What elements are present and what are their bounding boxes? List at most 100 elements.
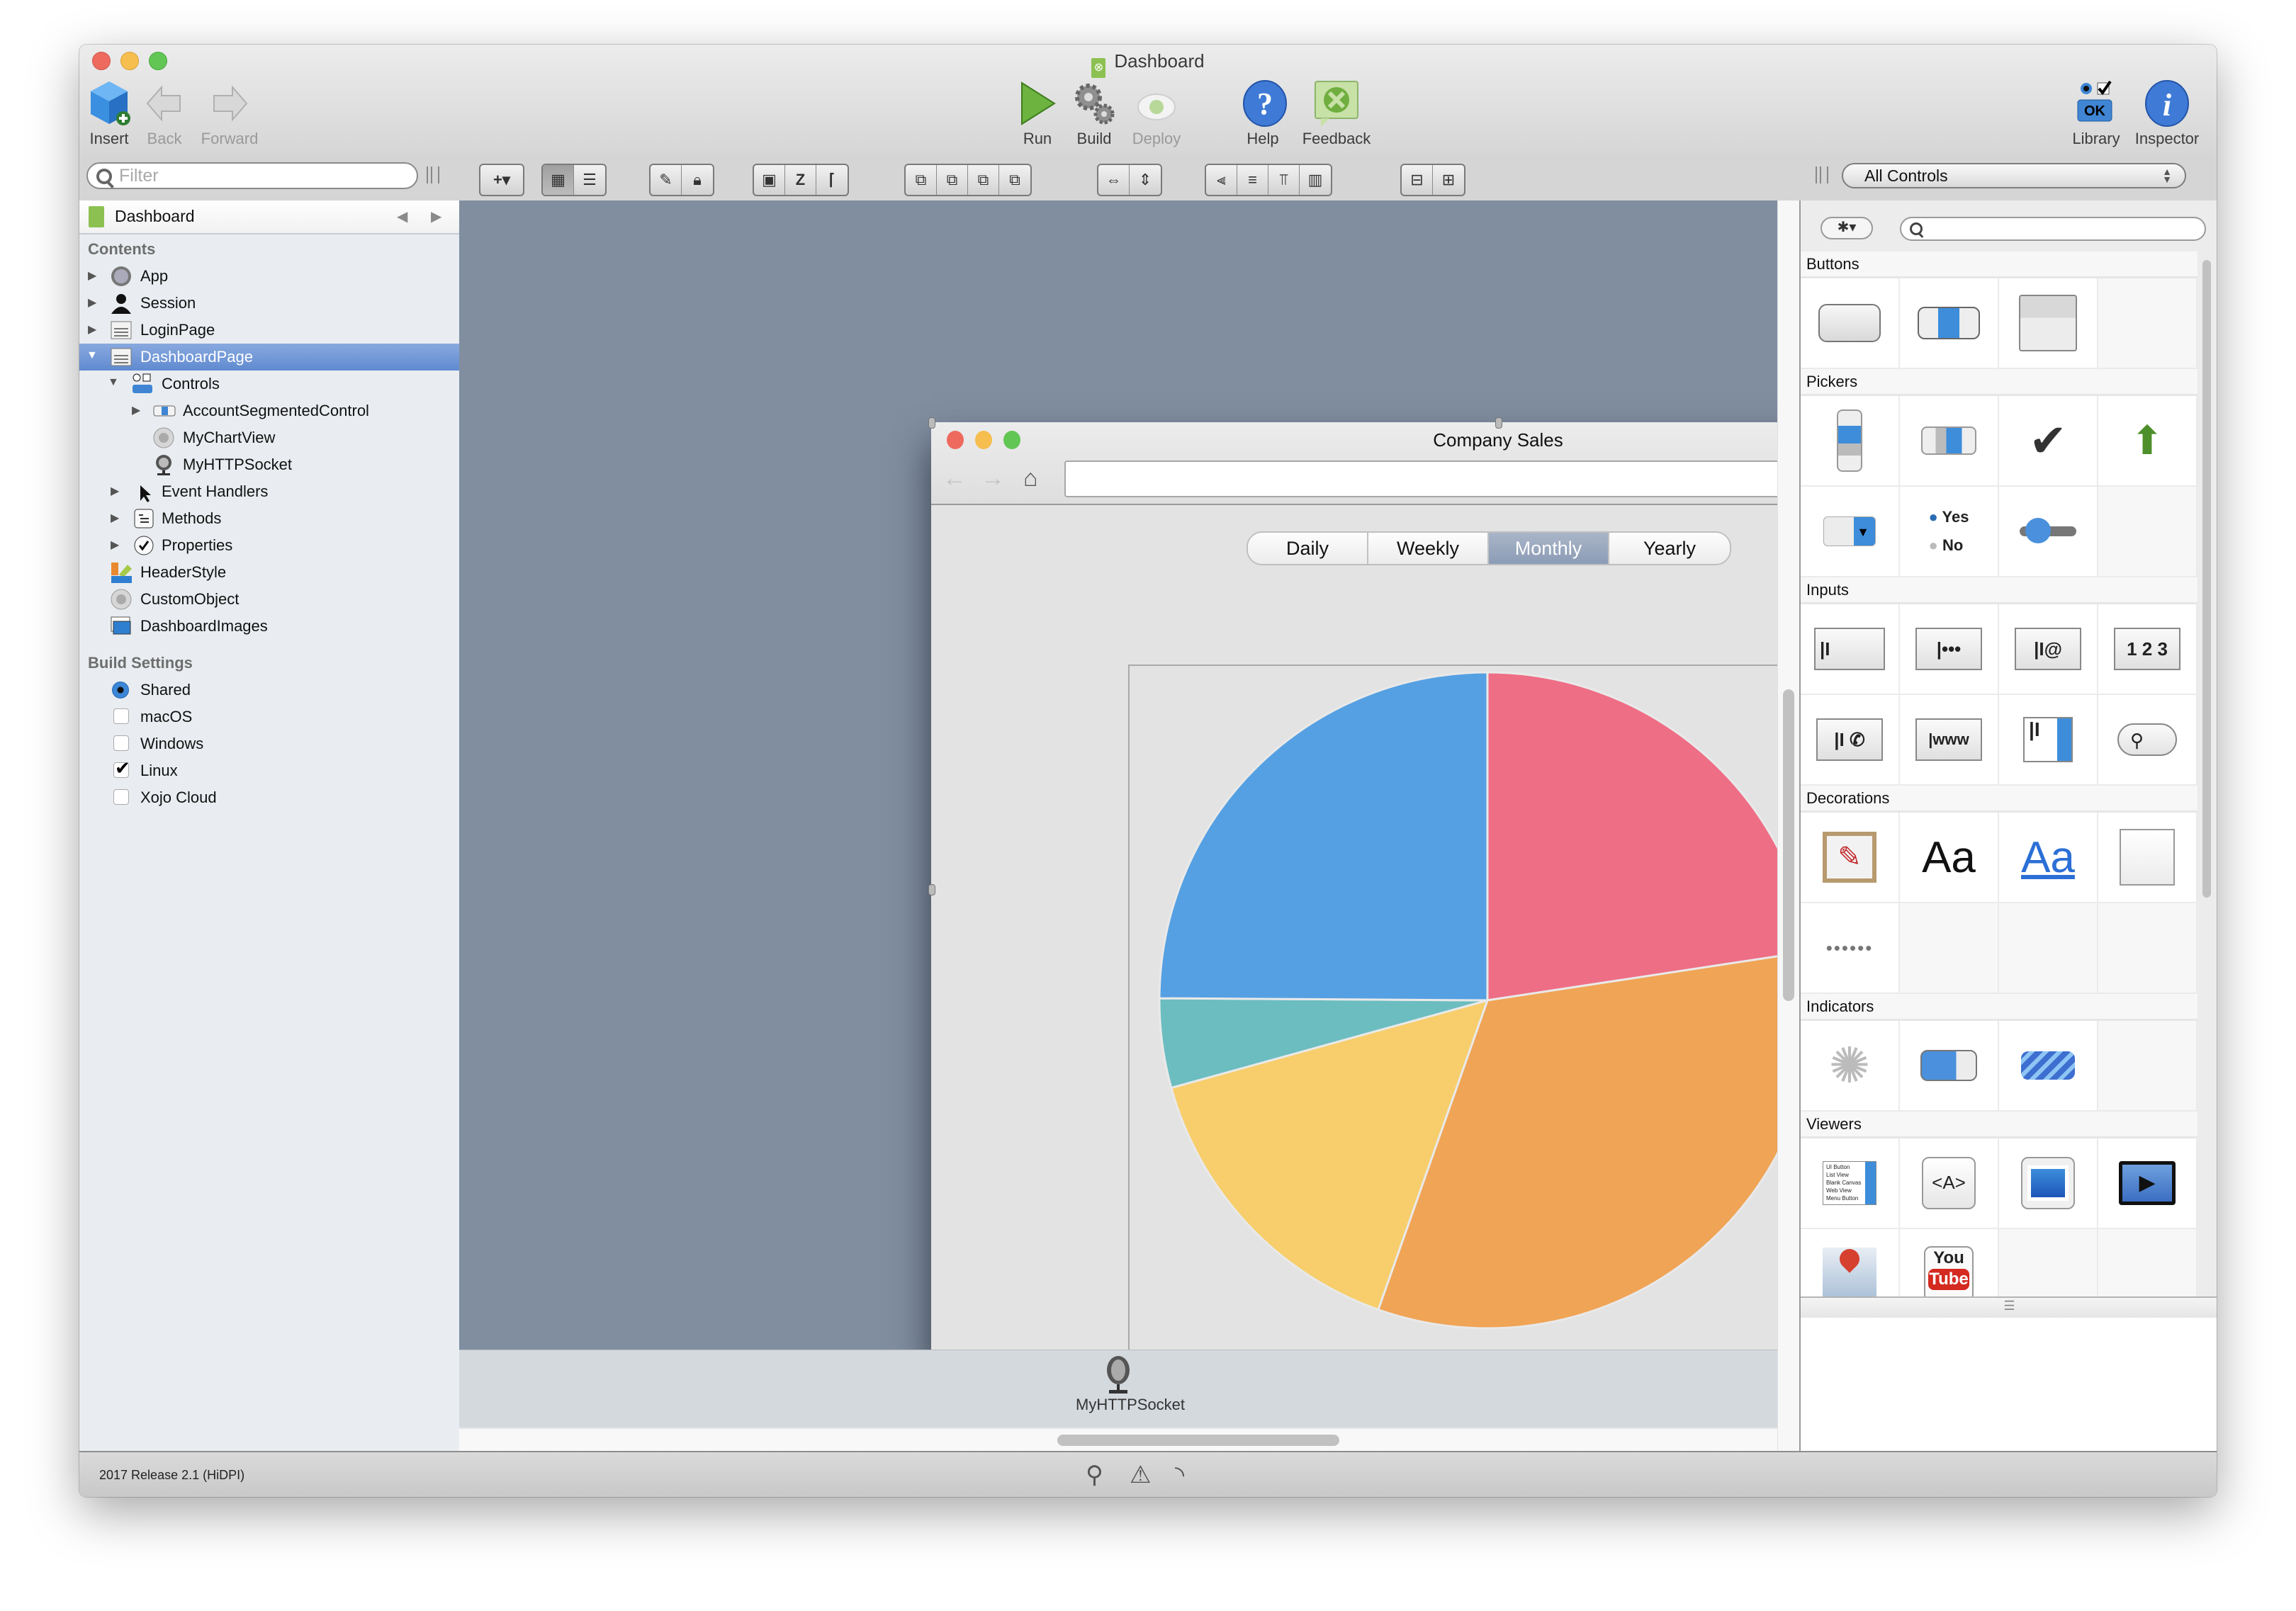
build-target-shared[interactable]: Shared <box>79 677 459 703</box>
library-item-scrollbar[interactable] <box>1801 396 1900 487</box>
macos-checkbox[interactable] <box>113 708 129 724</box>
disclosure-triangle-icon[interactable]: ▶ <box>111 538 119 552</box>
bring-to-front-button[interactable]: ⧉ <box>906 165 937 195</box>
library-item-listbox[interactable]: UI Button List View Blank Canvas Web Vie… <box>1801 1138 1900 1229</box>
align-bottom-button[interactable]: ▥ <box>1300 165 1331 195</box>
disclosure-triangle-icon[interactable]: ▶ <box>132 403 140 417</box>
z-order-button[interactable]: Z <box>785 165 816 195</box>
nav-item-headerstyle[interactable]: HeaderStyle <box>79 559 459 586</box>
library-item-progress-bar[interactable] <box>1900 1021 1999 1112</box>
guides-button[interactable]: ⌈ <box>816 165 848 195</box>
align-top-button[interactable]: ⫪ <box>1268 165 1300 195</box>
search-icon[interactable]: ⚲ <box>1086 1461 1103 1489</box>
linux-checkbox[interactable] <box>113 757 130 779</box>
nav-forward-arrow-icon[interactable]: ▶ <box>431 208 441 225</box>
library-item-checkbox[interactable]: ✔ <box>1999 396 2098 487</box>
nav-item-dashboardpage[interactable]: ▼ DashboardPage <box>79 344 459 371</box>
library-item-passwordfield[interactable]: |••• <box>1900 604 1999 695</box>
library-scrollbar[interactable] <box>2200 251 2215 1296</box>
segment-weekly[interactable]: Weekly <box>1368 533 1489 564</box>
library-item-numberfield[interactable]: 1 2 3 <box>2098 604 2197 695</box>
segment-yearly[interactable]: Yearly <box>1609 533 1730 564</box>
send-to-back-button[interactable]: ⧉ <box>999 165 1030 195</box>
library-item-mapviewer[interactable] <box>1801 1229 1900 1296</box>
bring-forward-button[interactable]: ⧉ <box>937 165 968 195</box>
send-backward-button[interactable]: ⧉ <box>968 165 999 195</box>
library-item-slider-control[interactable] <box>1999 487 2098 577</box>
disclosure-triangle-icon[interactable]: ▶ <box>88 322 96 337</box>
edit-button[interactable]: ✎ <box>651 165 682 195</box>
layout-view-button[interactable]: ▦ <box>543 165 574 195</box>
disclosure-triangle-icon[interactable]: ▶ <box>111 484 119 498</box>
library-item-indeterminate-progress[interactable] <box>1999 1021 2098 1112</box>
help-button[interactable]: ? Help <box>1242 80 1287 148</box>
windows-checkbox[interactable] <box>113 735 129 751</box>
deploy-button[interactable]: Deploy <box>1128 80 1185 148</box>
nav-item-mychartview[interactable]: MyChartView <box>79 424 459 451</box>
library-item-searchfield[interactable]: ⚲ <box>2098 695 2197 786</box>
library-item-htmlviewer[interactable]: <A> <box>1900 1138 1999 1229</box>
library-resize-grip[interactable] <box>1816 166 1828 183</box>
library-button[interactable]: OK Library <box>2068 80 2125 148</box>
build-target-windows[interactable]: Windows <box>79 730 459 757</box>
disclosure-triangle-expanded-icon[interactable]: ▼ <box>108 376 119 389</box>
build-target-linux[interactable]: Linux <box>79 757 459 784</box>
library-item-button[interactable] <box>1801 278 1900 369</box>
layout-editor-canvas[interactable]: Company Sales ← → ⌂ ↻ Daily Weekly Month… <box>459 200 2069 1372</box>
nav-item-myhttpsocket[interactable]: MyHTTPSocket <box>79 451 459 478</box>
xojo-cloud-checkbox[interactable] <box>113 789 129 805</box>
nav-item-session[interactable]: ▶ Session <box>79 290 459 317</box>
shared-radio[interactable] <box>112 682 129 699</box>
my-chart-view[interactable] <box>1128 665 1868 1372</box>
warning-icon[interactable]: ⚠ <box>1130 1461 1151 1489</box>
library-item-urlfield[interactable]: | www <box>1900 695 1999 786</box>
inspector-button[interactable]: i Inspector <box>2130 80 2204 148</box>
disclosure-triangle-icon[interactable]: ▶ <box>88 268 96 283</box>
library-filter-select[interactable]: All Controls ▲ ▼ <box>1842 163 2186 188</box>
nav-item-customobject[interactable]: CustomObject <box>79 586 459 613</box>
build-target-xojo-cloud[interactable]: Xojo Cloud <box>79 784 459 811</box>
library-item-file-uploader[interactable]: ⬆ <box>2098 396 2197 487</box>
nav-item-loginpage[interactable]: ▶ LoginPage <box>79 317 459 344</box>
library-item-popup-menu[interactable]: ▼ <box>1801 487 1900 577</box>
disclosure-triangle-icon[interactable]: ▶ <box>111 511 119 525</box>
scrollbar-thumb[interactable] <box>2202 260 2211 898</box>
resize-handle[interactable] <box>928 417 935 429</box>
canvas-horizontal-scrollbar[interactable] <box>459 1428 1777 1452</box>
library-item-movieplayer[interactable]: ▶ <box>2098 1138 2197 1229</box>
distribute-vertical-button[interactable]: ⊞ <box>1433 165 1464 195</box>
resize-handle[interactable] <box>1495 417 1502 429</box>
fit-height-button[interactable]: ⇕ <box>1130 165 1161 195</box>
library-item-toolbar[interactable] <box>1999 278 2098 369</box>
align-center-button[interactable]: ≡ <box>1237 165 1268 195</box>
navigator-filter-input[interactable]: Filter <box>86 162 418 189</box>
build-target-macos[interactable]: macOS <box>79 703 459 730</box>
panel-resize-grip[interactable] <box>427 166 439 183</box>
library-item-segmented-button[interactable] <box>1900 278 1999 369</box>
library-item-imageviewer[interactable] <box>1999 1138 2098 1229</box>
canvas-vertical-scrollbar[interactable] <box>1777 200 1799 1451</box>
library-item-youtube-movie[interactable]: You Tube <box>1900 1229 1999 1296</box>
library-item-rectangle[interactable] <box>2098 813 2197 903</box>
nav-item-app[interactable]: ▶ App <box>79 263 459 290</box>
feedback-button[interactable]: Feedback <box>1300 80 1373 148</box>
add-menu-button[interactable]: +▾ <box>479 164 524 196</box>
nav-back-arrow-icon[interactable]: ◀ <box>397 208 407 225</box>
disclosure-triangle-expanded-icon[interactable]: ▼ <box>86 349 98 362</box>
back-button[interactable]: Back <box>143 80 186 148</box>
library-item-textfield[interactable]: |I <box>1801 604 1900 695</box>
resize-handle[interactable] <box>928 884 935 895</box>
segment-daily[interactable]: Daily <box>1248 533 1368 564</box>
library-item-radio-group[interactable]: ● Yes ● No <box>1900 487 1999 577</box>
library-item-label[interactable]: Aa <box>1900 813 1999 903</box>
lock-button[interactable]: 🔒︎ <box>682 165 713 195</box>
library-item-textarea[interactable]: |I <box>1999 695 2098 786</box>
library-item-emailfield[interactable]: |I @ <box>1999 604 2098 695</box>
library-item-link[interactable]: Aa <box>1999 813 2098 903</box>
library-gear-menu[interactable]: ✱▾ <box>1821 217 1873 239</box>
library-item-telephonefield[interactable]: |I ✆ <box>1801 695 1900 786</box>
nav-item-methods[interactable]: ▶ Methods <box>79 505 459 532</box>
distribute-horizontal-button[interactable]: ⊟ <box>1402 165 1433 195</box>
scrollbar-thumb[interactable] <box>1783 689 1794 1001</box>
nav-item-controls[interactable]: ▼ Controls <box>79 371 459 397</box>
